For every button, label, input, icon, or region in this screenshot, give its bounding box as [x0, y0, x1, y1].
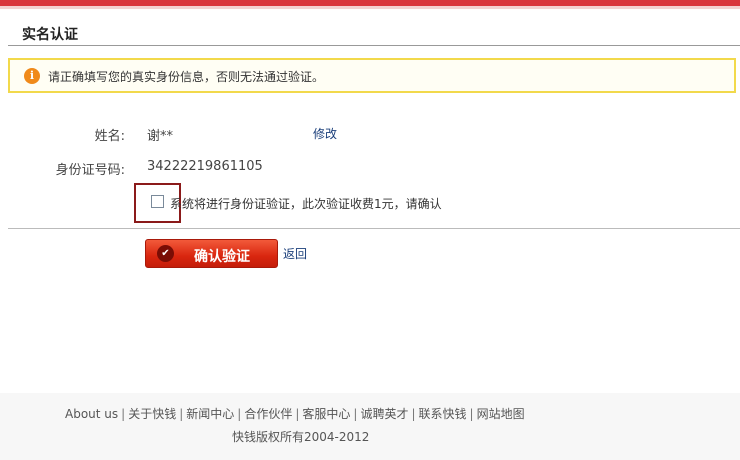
id-label: 身份证号码: [55, 163, 125, 178]
footer-link-service[interactable]: 客服中心 [302, 407, 350, 421]
title-divider [8, 45, 740, 46]
edit-link[interactable]: 修改 [313, 125, 337, 142]
footer-links: About us | 关于快钱 | 新闻中心 | 合作伙伴 | 客服中心 | 诚聘英才 | 联系快钱 | 网… [65, 407, 525, 421]
footer-link-careers[interactable]: 诚聘英才 [360, 407, 408, 421]
back-link[interactable]: 返回 [283, 245, 307, 262]
copyright-text: 快钱版权所有2004-2012 [232, 430, 370, 444]
footer-link-news[interactable]: 新闻中心 [186, 407, 234, 421]
footer-link-contact[interactable]: 联系快钱 [419, 407, 467, 421]
check-icon: ✔ [157, 245, 174, 262]
confirm-text: 系统将进行身份证验证，此次验证收费1元，请确认 [170, 197, 442, 211]
page-title: 实名认证 [22, 27, 78, 43]
form-divider [8, 228, 740, 229]
notice-box: i 请正确填写您的真实身份信息，否则无法通过验证。 [8, 58, 736, 93]
confirm-verify-button[interactable]: ✔ 确认验证 [145, 239, 278, 268]
name-value: 谢** [147, 129, 174, 144]
footer-link-about-kuaiqian[interactable]: 关于快钱 [128, 407, 176, 421]
notice-text: 请正确填写您的真实身份信息，否则无法通过验证。 [48, 70, 325, 84]
info-icon: i [24, 68, 40, 84]
confirm-verify-label: 确认验证 [194, 249, 250, 265]
confirm-checkbox[interactable] [151, 195, 164, 208]
top-accent-shadow [0, 6, 740, 9]
footer: About us | 关于快钱 | 新闻中心 | 合作伙伴 | 客服中心 | 诚聘英才 | 联系快钱 | 网… [0, 393, 740, 460]
footer-link-sitemap[interactable]: 网站地图 [477, 407, 525, 421]
name-label: 姓名: [94, 129, 125, 144]
footer-link-about[interactable]: About us [65, 407, 118, 421]
footer-link-partners[interactable]: 合作伙伴 [244, 407, 292, 421]
id-value: 34222219861105 [147, 159, 263, 174]
